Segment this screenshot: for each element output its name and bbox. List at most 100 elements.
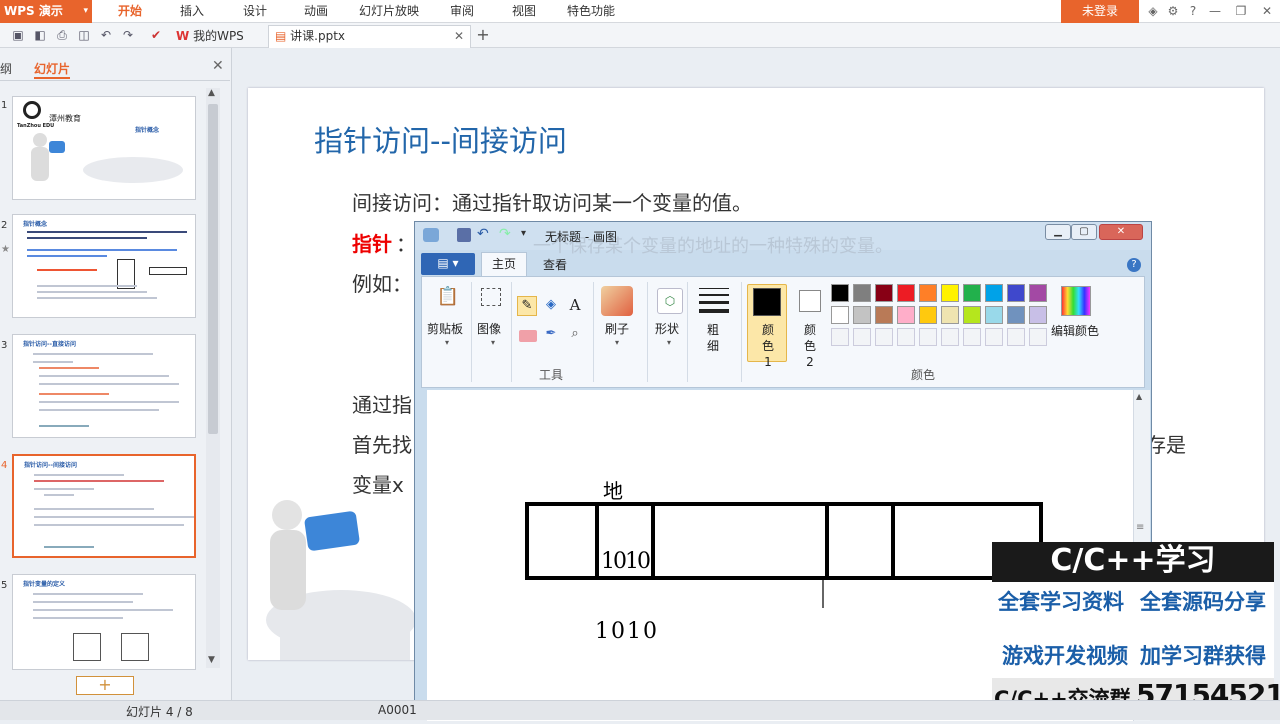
slide-thumb-2[interactable]: 指针概念 bbox=[12, 214, 196, 318]
minimize-button[interactable]: ▁ bbox=[1045, 224, 1071, 240]
menu-view[interactable]: 视图 bbox=[512, 0, 536, 23]
select-icon[interactable] bbox=[481, 288, 501, 306]
menu-review[interactable]: 审阅 bbox=[450, 0, 474, 23]
brush-icon[interactable] bbox=[601, 286, 633, 316]
color-swatch[interactable] bbox=[985, 284, 1003, 302]
redo-icon[interactable]: ↷ bbox=[499, 226, 511, 242]
fill-icon[interactable]: ◈ bbox=[541, 296, 561, 316]
color-swatch[interactable] bbox=[853, 284, 871, 302]
color-swatch[interactable] bbox=[1007, 306, 1025, 324]
color-swatch[interactable] bbox=[941, 306, 959, 324]
magnifier-icon[interactable]: ⌕ bbox=[565, 326, 585, 346]
tab-home[interactable]: 主页 bbox=[481, 252, 527, 276]
empty-swatch[interactable] bbox=[853, 328, 871, 346]
brush-button[interactable]: 刷子 bbox=[605, 320, 629, 337]
new-tab-button[interactable]: + bbox=[474, 25, 492, 47]
empty-swatch[interactable] bbox=[963, 328, 981, 346]
clipboard-button[interactable]: 剪贴板 bbox=[427, 320, 463, 337]
scroll-up-icon[interactable]: ▲ bbox=[1136, 392, 1142, 401]
menu-slideshow[interactable]: 幻灯片放映 bbox=[359, 0, 419, 23]
pencil-icon[interactable]: ✎ bbox=[517, 296, 537, 316]
settings-icon[interactable]: ⚙ bbox=[1164, 2, 1182, 20]
color-swatch[interactable] bbox=[853, 306, 871, 324]
menu-animation[interactable]: 动画 bbox=[304, 0, 328, 23]
menu-special[interactable]: 特色功能 bbox=[567, 0, 615, 23]
undo-icon[interactable]: ↶ bbox=[98, 27, 114, 43]
empty-swatch[interactable] bbox=[875, 328, 893, 346]
color-swatch[interactable] bbox=[963, 284, 981, 302]
color-swatch[interactable] bbox=[1007, 284, 1025, 302]
paint-file-menu[interactable]: ▤ ▾ bbox=[421, 253, 475, 275]
color-swatch[interactable] bbox=[831, 284, 849, 302]
login-button[interactable]: 未登录 bbox=[1061, 0, 1139, 23]
color-swatch[interactable] bbox=[897, 284, 915, 302]
pane-scroll-thumb[interactable] bbox=[208, 104, 218, 434]
pin-icon[interactable]: ✔ bbox=[148, 27, 164, 43]
empty-swatch[interactable] bbox=[1007, 328, 1025, 346]
customize-icon[interactable]: ▾ bbox=[521, 228, 526, 239]
color-swatch[interactable] bbox=[1029, 284, 1047, 302]
slide-thumb-5[interactable]: 指针变量的定义 bbox=[12, 574, 196, 670]
tab-mywps[interactable]: W 我的WPS bbox=[170, 25, 265, 47]
close-pane-icon[interactable]: ✕ bbox=[212, 58, 224, 74]
empty-swatch[interactable] bbox=[831, 328, 849, 346]
skin-icon[interactable]: ◈ bbox=[1144, 2, 1162, 20]
tab-outline[interactable]: 大纲 bbox=[0, 60, 20, 76]
add-slide-button[interactable]: + bbox=[76, 676, 134, 695]
maximize-button[interactable]: ▢ bbox=[1071, 224, 1097, 240]
slide-thumb-3[interactable]: 指针访问--直接访问 bbox=[12, 334, 196, 438]
color-swatch[interactable] bbox=[985, 306, 1003, 324]
undo-icon[interactable]: ↶ bbox=[477, 226, 489, 242]
help-icon[interactable]: ? bbox=[1127, 258, 1141, 272]
color2-swatch[interactable] bbox=[799, 290, 821, 312]
empty-swatch[interactable] bbox=[985, 328, 1003, 346]
color-swatch[interactable] bbox=[919, 284, 937, 302]
color-swatch[interactable] bbox=[831, 306, 849, 324]
color-swatch[interactable] bbox=[875, 284, 893, 302]
menu-home[interactable]: 开始 bbox=[118, 0, 142, 23]
color-swatch[interactable] bbox=[941, 284, 959, 302]
edit-colors-button[interactable]: 编辑颜色 bbox=[1051, 322, 1099, 339]
color-swatch[interactable] bbox=[1029, 306, 1047, 324]
scroll-grip-icon[interactable]: ≡ bbox=[1136, 522, 1144, 533]
eraser-icon[interactable] bbox=[519, 330, 537, 342]
color-swatch[interactable] bbox=[963, 306, 981, 324]
preview-icon[interactable]: ◫ bbox=[76, 27, 92, 43]
save-icon[interactable]: ▣ bbox=[10, 27, 26, 43]
pdf-icon[interactable]: ◧ bbox=[32, 27, 48, 43]
restore-icon[interactable]: ❐ bbox=[1232, 2, 1250, 20]
empty-swatch[interactable] bbox=[919, 328, 937, 346]
empty-swatch[interactable] bbox=[897, 328, 915, 346]
slide-thumb-1[interactable]: 潭州教育 TanZhou EDU 指针概念 bbox=[12, 96, 196, 200]
print-icon[interactable]: ⎙ bbox=[54, 27, 70, 43]
shapes-button[interactable]: 形状 bbox=[655, 320, 679, 337]
app-menu-button[interactable]: WPS 演示 ▾ bbox=[0, 0, 92, 23]
color2-label[interactable]: 颜色 2 bbox=[799, 322, 821, 370]
close-tab-icon[interactable]: ✕ bbox=[454, 26, 464, 47]
image-button[interactable]: 图像 bbox=[477, 320, 501, 337]
minimize-icon[interactable]: — bbox=[1206, 2, 1224, 20]
color-palette[interactable] bbox=[831, 284, 1051, 350]
menu-design[interactable]: 设计 bbox=[243, 0, 267, 23]
color-swatch[interactable] bbox=[875, 306, 893, 324]
save-icon[interactable] bbox=[457, 228, 471, 242]
close-button[interactable]: ✕ bbox=[1099, 224, 1143, 240]
slide-thumb-4[interactable]: 指针访问--间接访问 bbox=[12, 454, 196, 558]
tab-view[interactable]: 查看 bbox=[543, 256, 567, 273]
tab-document[interactable]: ▤ 讲课.pptx ✕ bbox=[268, 25, 471, 48]
scroll-down-icon[interactable]: ▼ bbox=[208, 655, 215, 665]
color-swatch[interactable] bbox=[919, 306, 937, 324]
help-icon[interactable]: ? bbox=[1184, 2, 1202, 20]
shapes-icon[interactable]: ⬡ bbox=[657, 288, 683, 314]
redo-icon[interactable]: ↷ bbox=[120, 27, 136, 43]
color-swatch[interactable] bbox=[897, 306, 915, 324]
text-icon[interactable]: A bbox=[565, 296, 585, 316]
size-button[interactable]: 粗细 bbox=[707, 322, 721, 354]
clipboard-icon[interactable]: 📋 bbox=[431, 286, 465, 316]
menu-insert[interactable]: 插入 bbox=[180, 0, 204, 23]
empty-swatch[interactable] bbox=[1029, 328, 1047, 346]
color-picker-icon[interactable]: ✒ bbox=[541, 326, 561, 346]
close-icon[interactable]: ✕ bbox=[1258, 2, 1276, 20]
tab-slides[interactable]: 幻灯片 bbox=[34, 60, 71, 79]
empty-swatch[interactable] bbox=[941, 328, 959, 346]
